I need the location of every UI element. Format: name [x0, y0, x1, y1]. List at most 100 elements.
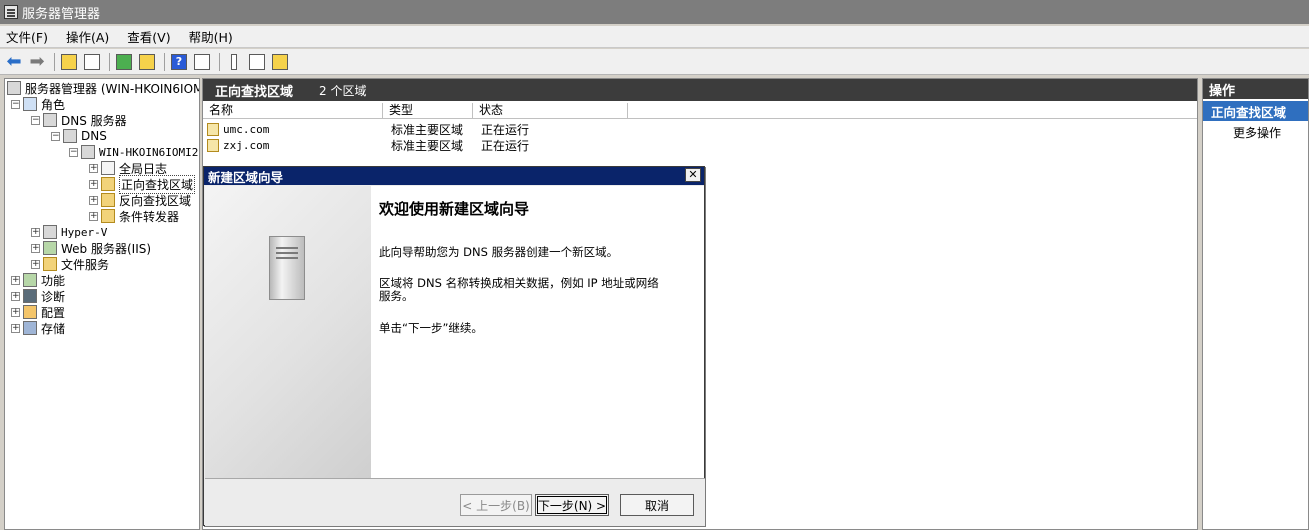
forward-icon[interactable]: ➡ [27, 51, 47, 72]
zone-icon [207, 138, 219, 152]
web-server-icon [43, 241, 57, 255]
hyperv-icon [43, 225, 57, 239]
toolbar-separator [219, 52, 220, 71]
menu-action[interactable]: 操作(A) [66, 27, 109, 46]
toolbar-separator [164, 52, 165, 71]
export-icon[interactable] [137, 52, 157, 72]
up-folder-icon[interactable] [59, 52, 79, 72]
tree-root[interactable]: 服务器管理器 (WIN-HKOIN6IOMI [7, 80, 199, 96]
expand-icon[interactable]: + [11, 323, 20, 333]
back-button[interactable]: < 上一步(B) [460, 494, 532, 516]
zone-count: 2 个区域 [319, 83, 367, 98]
column-name[interactable]: 名称 [203, 103, 383, 118]
column-type[interactable]: 类型 [383, 103, 473, 118]
table-row[interactable]: umc.com 标准主要区域 正在运行 [203, 121, 1197, 137]
dns-icon [63, 129, 77, 143]
back-icon[interactable]: ⬅ [4, 51, 24, 72]
folder-icon [101, 209, 115, 223]
expand-icon[interactable]: + [89, 211, 98, 221]
show-tree-icon[interactable] [82, 52, 102, 72]
folder-icon [101, 193, 115, 207]
close-icon[interactable]: ✕ [685, 168, 701, 182]
tree-item-features[interactable]: + 功能 [11, 272, 65, 288]
wizard-content: 欢迎使用新建区域向导 此向导帮助您为 DNS 服务器创建一个新区域。 区域将 D… [371, 186, 704, 478]
expand-icon[interactable]: + [11, 307, 20, 317]
wizard-description-1: 此向导帮助您为 DNS 服务器创建一个新区域。 [379, 245, 619, 259]
expand-icon[interactable]: + [31, 243, 40, 253]
tree-item-configuration[interactable]: + 配置 [11, 304, 65, 320]
tree-item-dns[interactable]: − DNS [51, 128, 107, 144]
collapse-icon[interactable]: − [69, 147, 78, 157]
tree-item-file-services[interactable]: + 文件服务 [31, 256, 109, 272]
actions-section-forward-zones[interactable]: 正向查找区域 [1203, 101, 1308, 121]
new-icon[interactable] [270, 52, 290, 72]
expand-icon[interactable]: + [11, 291, 20, 301]
roles-icon [23, 97, 37, 111]
dialog-title: 新建区域向导 [208, 169, 284, 185]
tree-item-roles[interactable]: − 角色 [11, 96, 65, 112]
menu-view[interactable]: 查看(V) [127, 27, 170, 46]
diagnostics-icon [23, 289, 37, 303]
wizard-button-bar: < 上一步(B) 下一步(N) > 取消 [205, 478, 705, 526]
folder-icon [101, 177, 115, 191]
expand-icon[interactable]: + [89, 179, 98, 189]
features-icon [23, 273, 37, 287]
expand-icon[interactable]: + [89, 163, 98, 173]
title-bar: 服务器管理器 [0, 0, 1309, 24]
tree-item-dns-server[interactable]: − DNS 服务器 [31, 112, 127, 128]
tree-item-diagnostics[interactable]: + 诊断 [11, 288, 65, 304]
toolbar-separator [54, 52, 55, 71]
wizard-heading: 欢迎使用新建区域向导 [379, 200, 530, 218]
tree-item-reverse-zones[interactable]: + 反向查找区域 [89, 192, 191, 208]
dialog-title-bar: 新建区域向导 [204, 167, 704, 185]
collapse-icon[interactable]: − [51, 131, 60, 141]
results-title: 正向查找区域 [215, 84, 294, 100]
tree-item-web-server[interactable]: + Web 服务器(IIS) [31, 240, 151, 256]
server-tower-icon [269, 236, 305, 300]
zone-icon [207, 122, 219, 136]
actions-title: 操作 [1203, 79, 1308, 99]
log-icon [101, 161, 115, 175]
menu-bar: 文件(F) 操作(A) 查看(V) 帮助(H) [0, 26, 1309, 48]
tree-item-storage[interactable]: + 存储 [11, 320, 65, 336]
expand-icon[interactable]: + [31, 259, 40, 269]
expand-icon[interactable]: + [11, 275, 20, 285]
server-manager-icon [4, 5, 18, 19]
storage-icon [23, 321, 37, 335]
actions-pane: 操作 正向查找区域 更多操作 [1202, 78, 1309, 530]
wizard-instruction: 单击“下一步”继续。 [379, 321, 483, 335]
server-manager-icon [7, 81, 21, 95]
show-action-pane-icon[interactable] [192, 52, 212, 72]
help-icon[interactable]: ? [169, 52, 189, 72]
results-header: 正向查找区域 2 个区域 [203, 79, 1197, 101]
configuration-icon [23, 305, 37, 319]
refresh-icon[interactable] [114, 52, 134, 72]
collapse-icon[interactable]: − [31, 115, 40, 125]
menu-help[interactable]: 帮助(H) [189, 27, 233, 46]
wizard-side-panel [205, 186, 371, 478]
window-title: 服务器管理器 [22, 6, 101, 22]
dns-server-icon [43, 113, 57, 127]
next-button[interactable]: 下一步(N) > [535, 494, 609, 516]
collapse-icon[interactable]: − [11, 99, 20, 109]
new-zone-wizard-dialog: 新建区域向导 ✕ 欢迎使用新建区域向导 此向导帮助您为 DNS 服务器创建一个新… [203, 166, 705, 526]
table-row[interactable]: zxj.com 标准主要区域 正在运行 [203, 137, 1197, 153]
cancel-button[interactable]: 取消 [620, 494, 694, 516]
wizard-description-2: 区域将 DNS 名称转换成相关数据，例如 IP 地址或网络服务。 [379, 276, 659, 303]
tree-item-conditional-forwarders[interactable]: + 条件转发器 [89, 208, 179, 224]
expand-icon[interactable]: + [89, 195, 98, 205]
server-icon [81, 145, 95, 159]
tree-item-hyperv[interactable]: + Hyper-V [31, 224, 107, 240]
console-tree: 服务器管理器 (WIN-HKOIN6IOMI − 角色 − DNS 服务器 − … [4, 78, 200, 530]
toolbar-separator [109, 52, 110, 71]
file-services-icon [43, 257, 57, 271]
list-icon[interactable] [247, 52, 267, 72]
tree-item-forward-zones[interactable]: + 正向查找区域 [89, 174, 196, 194]
toolbar: ⬅ ➡ ? [0, 49, 1309, 75]
expand-icon[interactable]: + [31, 227, 40, 237]
properties-icon[interactable] [224, 52, 244, 72]
tree-item-server-node[interactable]: − WIN-HKOIN6IOMI2 [69, 144, 198, 160]
column-status[interactable]: 状态 [473, 103, 628, 118]
more-actions-link[interactable]: 更多操作 [1203, 121, 1308, 143]
menu-file[interactable]: 文件(F) [6, 27, 48, 46]
